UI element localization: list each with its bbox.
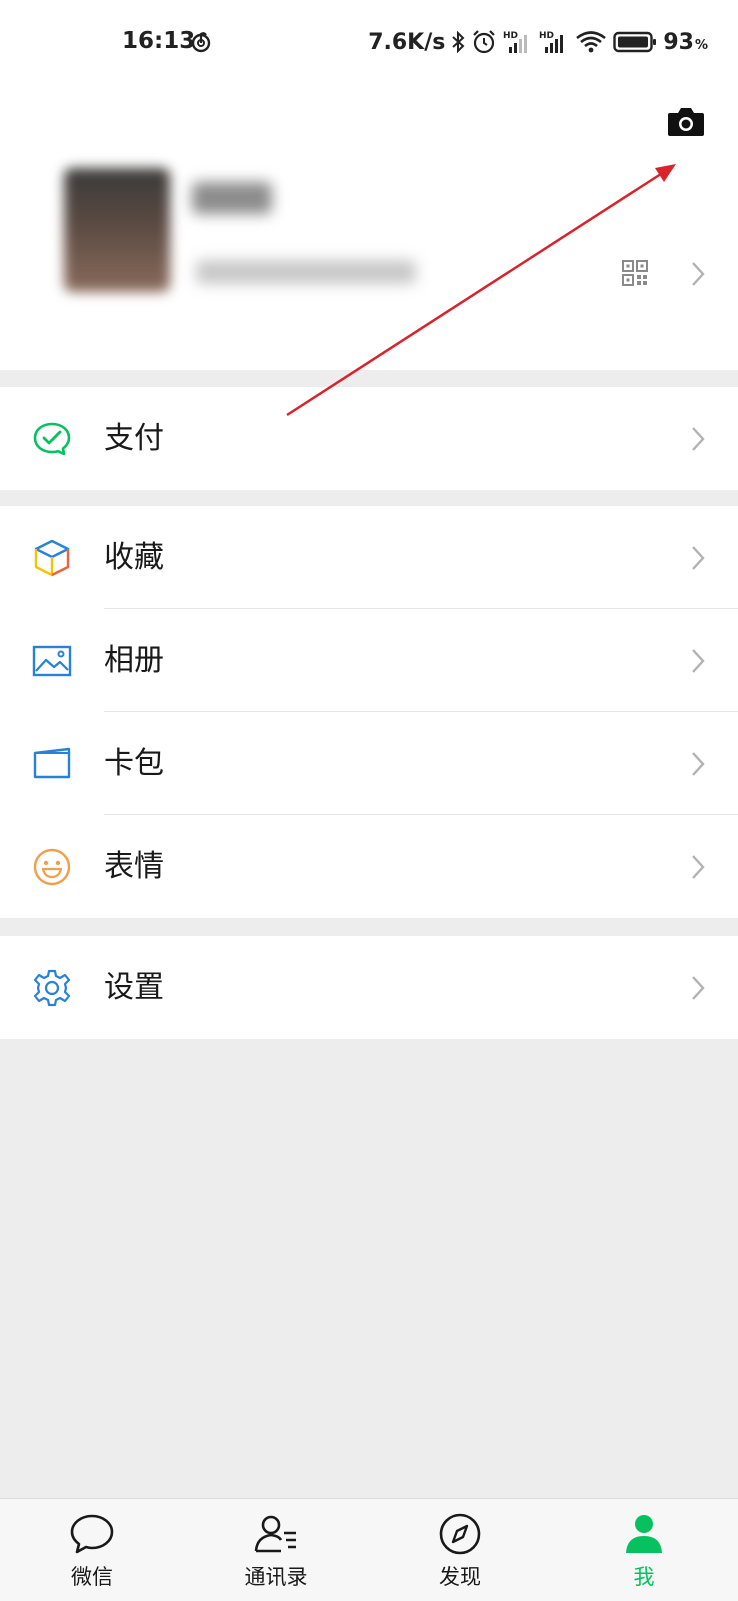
signal-hd-1-icon: HD (503, 31, 528, 53)
menu-item-settings[interactable]: 设置 (0, 936, 738, 1039)
netease-music-icon (191, 32, 211, 53)
menu-item-label: 设置 (104, 970, 164, 1005)
svg-text:HD: HD (539, 31, 554, 41)
favorites-cube-icon (34, 539, 70, 577)
wifi-icon (576, 31, 607, 53)
menu-group-settings: 设置 (0, 936, 738, 1039)
menu-item-label: 卡包 (104, 746, 164, 781)
menu-group-pay: 支付 (0, 387, 738, 490)
menu-item-label: 相册 (104, 643, 164, 678)
settings-gear-icon (33, 969, 71, 1007)
tab-label: 发现 (439, 1565, 481, 1589)
status-time: 16:13 (122, 28, 196, 54)
menu-item-label: 支付 (104, 421, 164, 456)
battery-percent-sign: % (694, 37, 708, 53)
svg-text:HD: HD (503, 31, 518, 41)
tab-discover[interactable]: 发现 (368, 1499, 552, 1601)
profile-nickname (192, 182, 272, 214)
chevron-right-icon (692, 855, 705, 879)
profile-header[interactable] (0, 86, 738, 370)
emoji-smile-icon (33, 848, 71, 886)
camera-icon[interactable] (666, 104, 706, 138)
menu-item-label: 表情 (104, 849, 164, 884)
battery-level: 93 (663, 29, 694, 55)
contacts-icon (254, 1515, 296, 1553)
card-wallet-icon (33, 747, 71, 779)
album-picture-icon (32, 645, 72, 677)
menu-group-main: 收藏 相册 卡包 表情 (0, 506, 738, 918)
tab-chats[interactable]: 微信 (0, 1499, 184, 1601)
profile-wechat-id (196, 260, 416, 284)
tab-label: 微信 (71, 1565, 113, 1589)
menu-item-stickers[interactable]: 表情 (0, 815, 738, 918)
tab-me[interactable]: 我 (552, 1499, 736, 1601)
avatar[interactable] (64, 168, 170, 292)
me-person-icon (626, 1515, 662, 1553)
menu-item-favorites[interactable]: 收藏 (0, 506, 738, 609)
qr-code-icon[interactable] (622, 260, 648, 286)
battery-icon (613, 31, 657, 53)
compass-icon (439, 1513, 481, 1555)
chevron-right-icon (692, 427, 705, 451)
wechat-pay-icon (33, 422, 71, 456)
bluetooth-icon (452, 30, 465, 54)
status-bar: 16:13 7.6K/s HD HD 93% (0, 0, 738, 86)
chevron-right-icon (692, 976, 705, 1000)
profile-chevron-right-icon[interactable] (690, 260, 706, 288)
chat-bubble-icon (70, 1514, 114, 1554)
chevron-right-icon (692, 752, 705, 776)
bottom-tab-bar: 微信 通讯录 发现 我 (0, 1498, 738, 1601)
chevron-right-icon (692, 546, 705, 570)
menu-item-pay[interactable]: 支付 (0, 387, 738, 490)
tab-label: 我 (633, 1565, 655, 1589)
alarm-icon (473, 30, 496, 54)
chevron-right-icon (692, 649, 705, 673)
menu-item-label: 收藏 (104, 540, 164, 575)
menu-item-card-wallet[interactable]: 卡包 (0, 712, 738, 815)
network-speed: 7.6K/s (368, 29, 446, 55)
signal-hd-2-icon: HD (539, 31, 564, 53)
menu-item-album[interactable]: 相册 (0, 609, 738, 712)
tab-contacts[interactable]: 通讯录 (184, 1499, 368, 1601)
tab-label: 通讯录 (244, 1565, 308, 1589)
